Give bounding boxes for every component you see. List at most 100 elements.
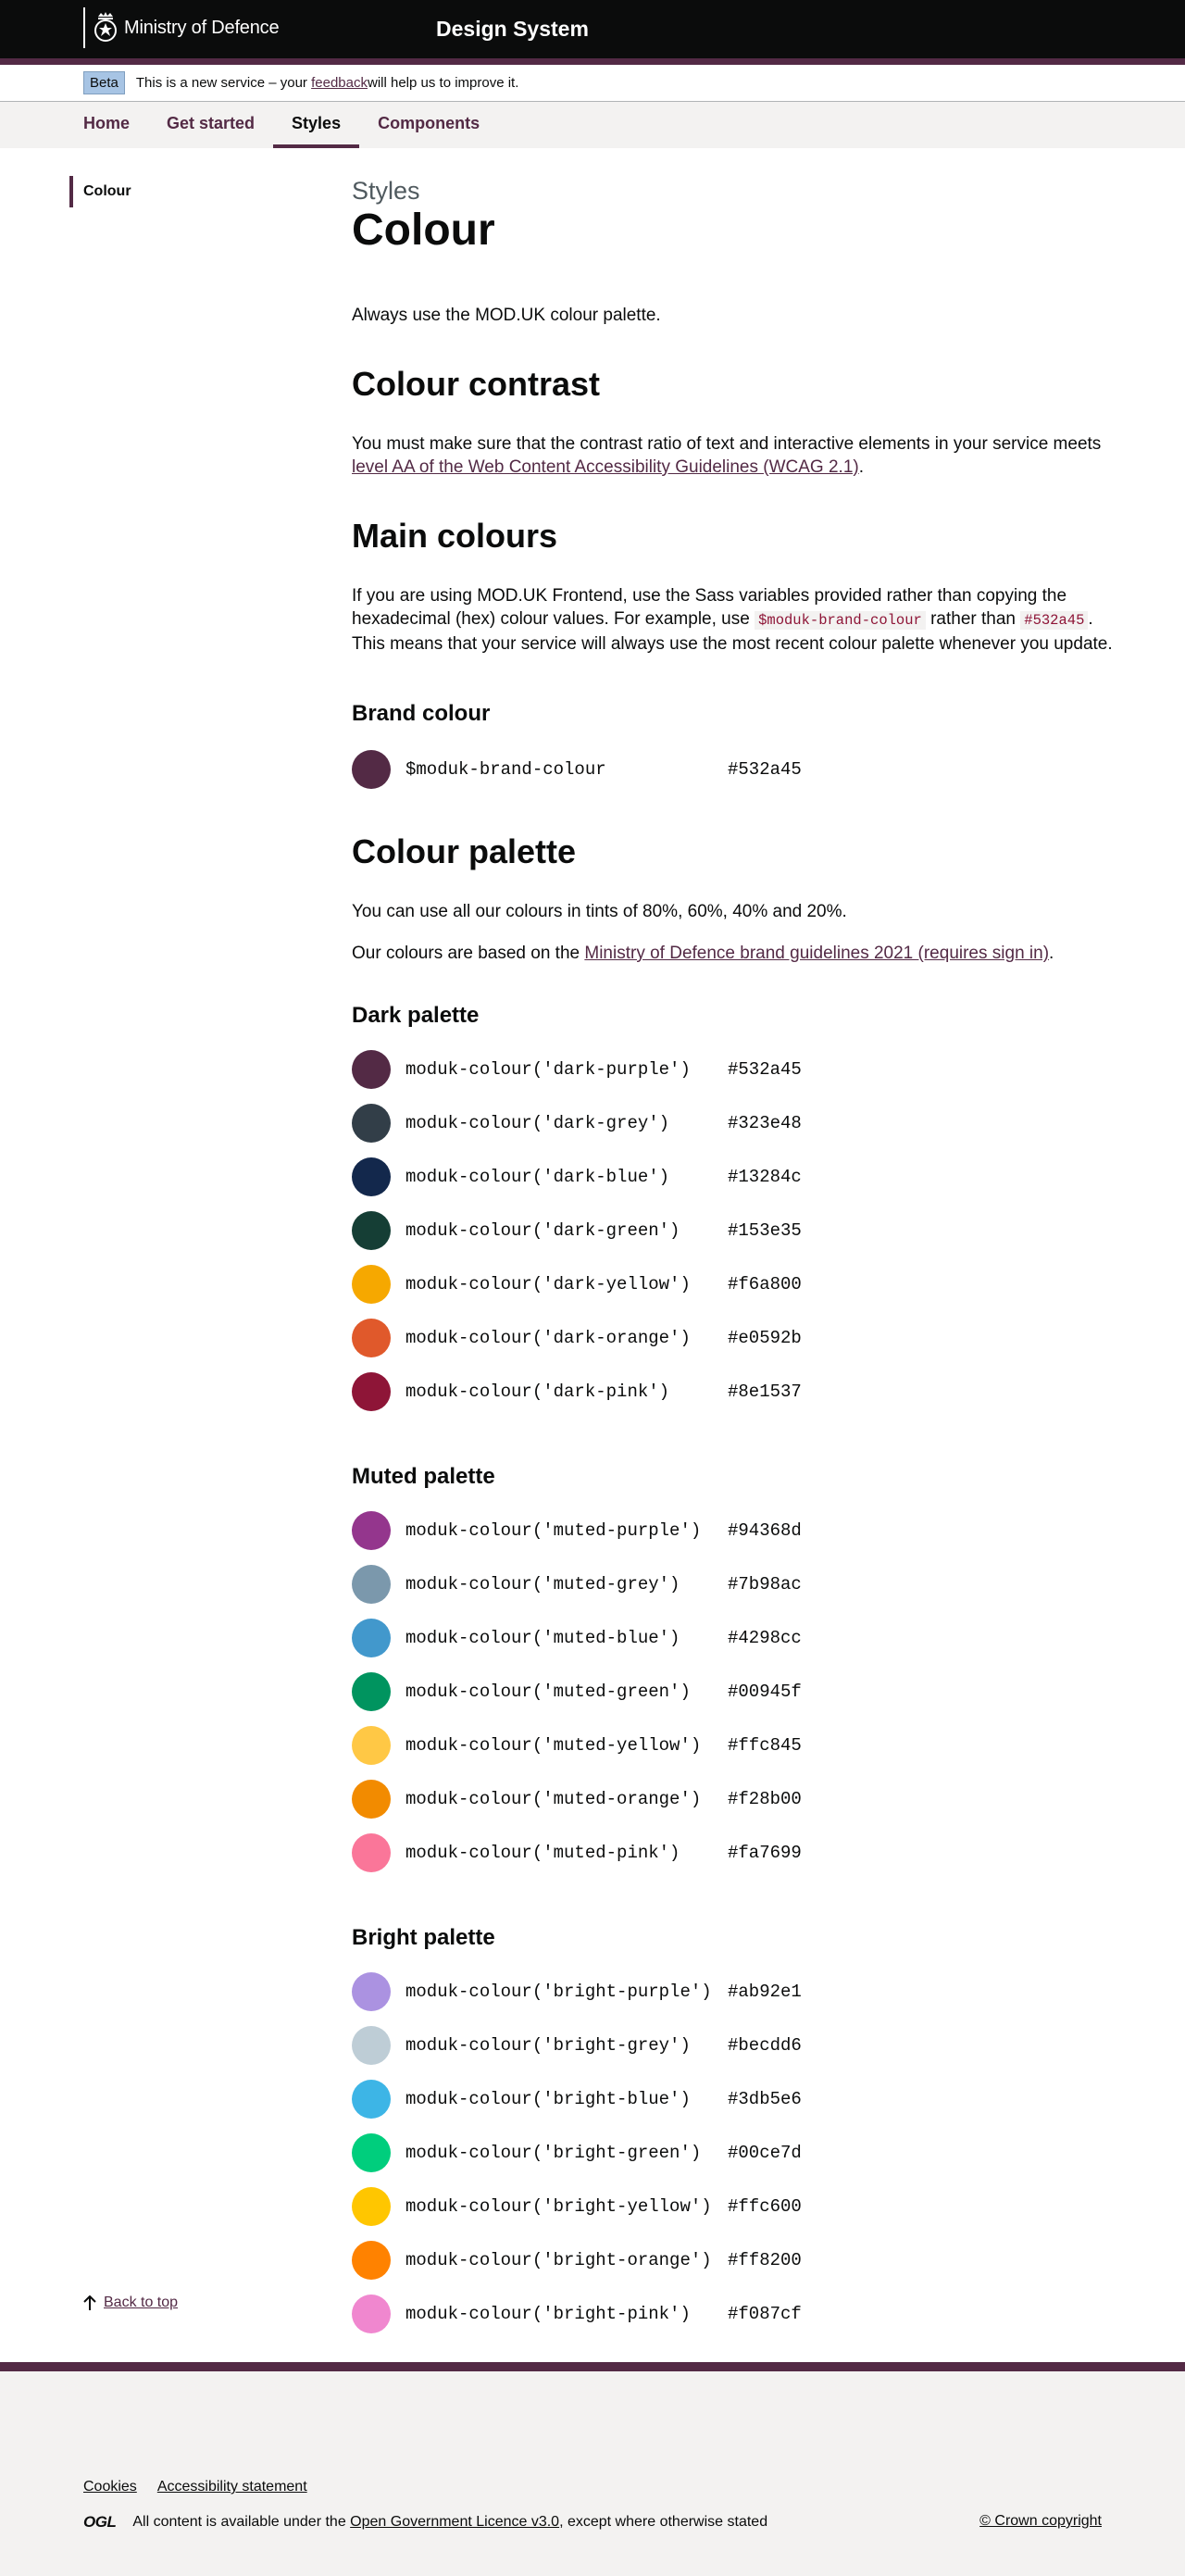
colour-name: moduk-colour('bright-pink') — [405, 2304, 691, 2324]
colour-swatch — [352, 1780, 391, 1819]
footer-cookies-link[interactable]: Cookies — [83, 2479, 137, 2495]
colour-name: moduk-colour('bright-green') — [405, 2143, 702, 2163]
wcag-link[interactable]: level AA of the Web Content Accessibilit… — [352, 457, 859, 477]
footer-licence: OGL All content is available under the O… — [83, 2513, 767, 2532]
muted-palette-row: moduk-colour('muted-orange') #f28b00 — [352, 1772, 1120, 1826]
site-header: Ministry of Defence Design System — [0, 0, 1185, 58]
colour-name: moduk-colour('dark-purple') — [405, 1059, 691, 1080]
code-brand-hex: #532a45 — [1020, 611, 1089, 630]
site-footer: Cookies Accessibility statement OGL All … — [0, 2362, 1185, 2576]
dark-palette-list: moduk-colour('dark-purple') #532a45 moduk-… — [352, 1043, 1120, 1419]
colour-hex: #4298cc — [728, 1628, 802, 1648]
dark-palette-row: moduk-colour('dark-blue') #13284c — [352, 1150, 1120, 1204]
muted-palette-row: moduk-colour('muted-yellow') #ffc845 — [352, 1719, 1120, 1772]
org-name: Ministry of Defence — [124, 17, 280, 38]
colour-hex: #94368d — [728, 1520, 802, 1541]
main-colours-text-2: rather than — [925, 609, 1021, 629]
footer-accessibility-link[interactable]: Accessibility statement — [157, 2479, 307, 2495]
muted-palette-row: moduk-colour('muted-blue') #4298cc — [352, 1611, 1120, 1665]
back-to-top-link[interactable]: Back to top — [83, 2295, 178, 2311]
colour-swatch — [352, 1157, 391, 1196]
bright-palette-row: moduk-colour('bright-grey') #becdd6 — [352, 2019, 1120, 2072]
colour-swatch — [352, 1833, 391, 1872]
colour-hex: #f087cf — [728, 2304, 802, 2324]
colour-name: moduk-colour('dark-green') — [405, 1220, 680, 1241]
heading-main-colours: Main colours — [352, 517, 558, 555]
colour-swatch — [352, 1050, 391, 1089]
back-to-top-label: Back to top — [104, 2295, 179, 2310]
licence-after: , except where otherwise stated — [559, 2514, 768, 2530]
page-caption: Styles — [352, 177, 420, 205]
header-stripe — [0, 58, 1185, 65]
phase-banner: Beta This is a new service – your feedba… — [0, 65, 1185, 102]
dark-palette-row: moduk-colour('dark-grey') #323e48 — [352, 1096, 1120, 1150]
colour-hex: #532a45 — [728, 1059, 802, 1080]
nav-styles[interactable]: Styles — [273, 102, 360, 148]
colour-name: moduk-colour('muted-green') — [405, 1682, 691, 1702]
bright-palette-row: moduk-colour('bright-pink') #f087cf — [352, 2287, 1120, 2341]
dark-palette-row: moduk-colour('dark-purple') #532a45 — [352, 1043, 1120, 1096]
ogl-licence-link[interactable]: Open Government Licence v3.0 — [350, 2514, 559, 2531]
service-name[interactable]: Design System — [436, 17, 589, 42]
colour-hex: #ff8200 — [728, 2250, 802, 2270]
heading-dark-palette: Dark palette — [352, 1003, 480, 1028]
brand-guidelines-link[interactable]: Ministry of Defence brand guidelines 202… — [584, 944, 1049, 963]
colour-swatch — [352, 1104, 391, 1143]
heading-colour-palette: Colour palette — [352, 832, 577, 870]
bright-palette-list: moduk-colour('bright-purple') #ab92e1 modu… — [352, 1965, 1120, 2341]
colour-hex: #ffc600 — [728, 2196, 802, 2217]
colour-name: moduk-colour('muted-blue') — [405, 1628, 680, 1648]
dark-palette-row: moduk-colour('dark-yellow') #f6a800 — [352, 1257, 1120, 1311]
colour-hex: #8e1537 — [728, 1382, 802, 1402]
code-brand-variable: $moduk-brand-colour — [755, 611, 926, 630]
colour-name: moduk-colour('bright-yellow') — [405, 2196, 712, 2217]
nav-get-started[interactable]: Get started — [167, 102, 255, 148]
colour-hex: #ab92e1 — [728, 1982, 802, 2002]
bright-palette-row: moduk-colour('bright-orange') #ff8200 — [352, 2233, 1120, 2287]
colour-swatch — [352, 1511, 391, 1550]
colour-name: moduk-colour('bright-blue') — [405, 2089, 691, 2109]
crown-copyright-link[interactable]: © Crown copyright — [979, 2513, 1102, 2529]
colour-swatch — [352, 1211, 391, 1250]
beta-tag: Beta — [83, 71, 125, 94]
header-logo-link[interactable]: Ministry of Defence — [83, 7, 280, 48]
colour-hex: #13284c — [728, 1167, 802, 1187]
beta-text-after: will help us to improve it. — [368, 75, 519, 91]
colour-swatch — [352, 2026, 391, 2065]
side-nav-item-colour[interactable]: Colour — [69, 176, 131, 207]
brand-colour-row: $moduk-brand-colour #532a45 — [352, 743, 1120, 796]
colour-swatch — [352, 2295, 391, 2333]
colour-name: moduk-colour('muted-purple') — [405, 1520, 702, 1541]
colour-swatch — [352, 2080, 391, 2119]
nav-components[interactable]: Components — [378, 102, 480, 148]
colour-swatch — [352, 1619, 391, 1657]
colour-hex: #f6a800 — [728, 1274, 802, 1294]
page-title: Colour — [352, 206, 495, 255]
nav-home[interactable]: Home — [83, 102, 130, 148]
intro-text: Always use the MOD.UK colour palette. — [352, 306, 661, 325]
primary-nav: Home Get started Styles Components — [0, 102, 1185, 148]
side-nav-label: Colour — [83, 183, 131, 199]
footer-links: Cookies Accessibility statement — [83, 2479, 328, 2495]
colour-swatch — [352, 2187, 391, 2226]
feedback-link[interactable]: feedback — [311, 75, 368, 91]
bright-palette-row: moduk-colour('bright-purple') #ab92e1 — [352, 1965, 1120, 2019]
dark-palette-row: moduk-colour('dark-pink') #8e1537 — [352, 1365, 1120, 1419]
brand-colour-name: $moduk-brand-colour — [405, 759, 606, 780]
beta-text-before: This is a new service – your — [135, 75, 307, 91]
colour-swatch — [352, 1672, 391, 1711]
colour-swatch — [352, 2133, 391, 2172]
colour-hex: #fa7699 — [728, 1843, 802, 1863]
brand-colour-swatch — [352, 750, 391, 789]
colour-swatch — [352, 2241, 391, 2280]
palette-guidelines-text: Our colours are based on the Ministry of… — [352, 942, 1120, 965]
bright-palette-row: moduk-colour('bright-yellow') #ffc600 — [352, 2180, 1120, 2233]
heading-bright-palette: Bright palette — [352, 1925, 495, 1950]
muted-palette-row: moduk-colour('muted-grey') #7b98ac — [352, 1557, 1120, 1611]
heading-colour-contrast: Colour contrast — [352, 365, 601, 403]
main-colours-text: If you are using MOD.UK Frontend, use th… — [352, 584, 1120, 656]
dark-palette-row: moduk-colour('dark-orange') #e0592b — [352, 1311, 1120, 1365]
colour-hex: #7b98ac — [728, 1574, 802, 1594]
colour-name: moduk-colour('muted-grey') — [405, 1574, 680, 1594]
colour-swatch — [352, 1319, 391, 1357]
